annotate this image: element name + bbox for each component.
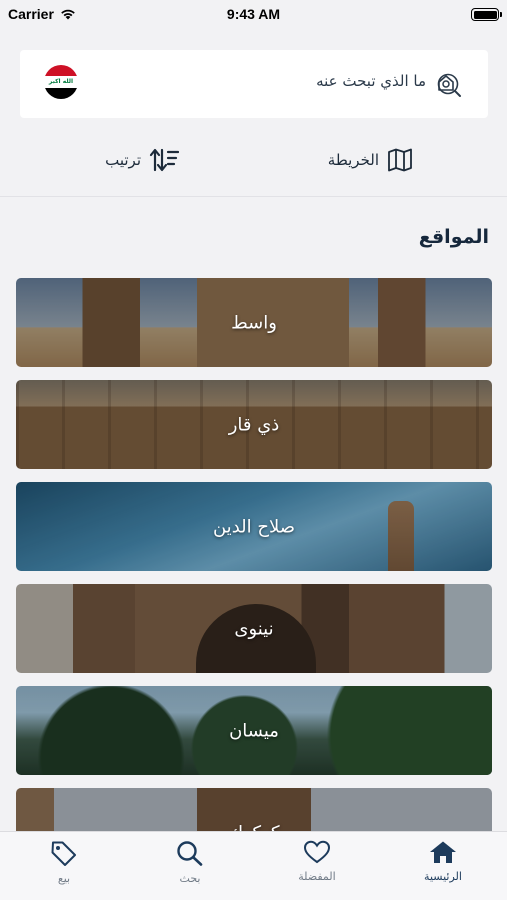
map-label: الخريطة <box>327 151 379 169</box>
top-panel: ما الذي تبحث عنه الله اكبر الخريطة ترتيب <box>0 30 507 197</box>
sort-icon <box>149 148 179 172</box>
tab-home[interactable]: الرئيسية <box>393 840 493 883</box>
tab-favorites[interactable]: المفضلة <box>267 840 367 883</box>
map-button[interactable]: الخريطة <box>328 148 413 172</box>
sort-label: ترتيب <box>105 151 141 169</box>
places-list[interactable]: واسط ذي قار صلاح الدين نينوى ميسان كركوك <box>16 278 492 831</box>
iraq-flag-icon[interactable]: الله اكبر <box>44 65 78 99</box>
place-name: كركوك <box>16 822 492 831</box>
section-title: المواقع <box>418 226 489 248</box>
place-name: ذي قار <box>228 414 280 435</box>
tool-row: الخريطة ترتيب <box>0 142 507 182</box>
place-card[interactable]: واسط <box>16 278 492 367</box>
place-name: نينوى <box>234 618 274 639</box>
flag-inscription: الله اكبر <box>44 76 78 88</box>
search-bar[interactable]: ما الذي تبحث عنه الله اكبر <box>20 50 488 118</box>
home-search-icon <box>437 73 461 97</box>
map-icon <box>388 148 412 172</box>
tag-icon <box>51 841 76 866</box>
sort-button[interactable]: ترتيب <box>105 148 179 172</box>
tab-favorites-label: المفضلة <box>298 870 336 883</box>
battery-icon <box>471 8 502 21</box>
place-name: صلاح الدين <box>212 516 295 537</box>
tab-search[interactable]: بحث <box>140 840 240 885</box>
place-card[interactable]: ذي قار <box>16 380 492 469</box>
place-name: ميسان <box>229 720 279 741</box>
tab-sell[interactable]: بيع <box>14 840 114 885</box>
search-placeholder: ما الذي تبحث عنه <box>316 72 426 90</box>
tab-search-label: بحث <box>179 872 201 885</box>
place-card[interactable]: ميسان <box>16 686 492 775</box>
tab-sell-label: بيع <box>57 872 71 885</box>
status-bar: Carrier 9:43 AM <box>0 0 507 30</box>
heart-icon <box>303 840 331 864</box>
place-card[interactable]: صلاح الدين <box>16 482 492 571</box>
place-card[interactable]: كركوك <box>16 788 492 831</box>
tab-bar: الرئيسية المفضلة بحث بيع <box>0 831 507 900</box>
place-card[interactable]: نينوى <box>16 584 492 673</box>
home-icon <box>430 841 456 863</box>
clock: 9:43 AM <box>226 6 281 22</box>
search-icon <box>177 841 203 866</box>
tab-home-label: الرئيسية <box>424 870 462 883</box>
place-name: واسط <box>231 312 277 333</box>
